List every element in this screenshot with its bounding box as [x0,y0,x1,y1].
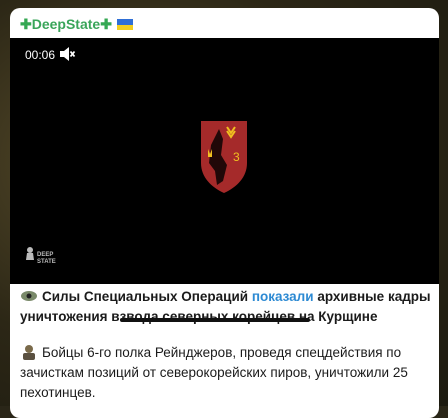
video-player[interactable]: 00:06 3 DEEP STATE [10,38,439,284]
watermark-line2: STATE [37,259,56,265]
plus-icon-right: ✚ [100,16,112,32]
watermark-pawn-icon [26,247,34,260]
watermark-line1: DEEP [37,252,54,258]
ukraine-flag-icon [116,19,133,30]
soldier-emoji-icon [23,345,35,360]
handdrawn-underline [120,318,310,322]
eye-emoji-icon [21,291,37,301]
channel-title: DeepState [31,16,101,32]
paragraph1-prefix: Силы Специальных Операций [42,289,252,304]
channel-name[interactable]: ✚DeepState✚ [20,16,133,33]
ranger-emblem-icon: 3 [201,121,247,193]
show-link[interactable]: показали [252,289,314,304]
message-card: ✚DeepState✚ 00:06 3 DEEP STATE Силы Спец… [10,8,439,418]
deepstate-watermark: DEEP STATE [24,246,64,272]
mute-icon[interactable] [58,45,76,63]
emblem-number: 3 [233,150,240,164]
plus-icon-left: ✚ [20,16,32,32]
post-paragraph-2: Бойцы 6-го полка Рейнджеров, проведя спе… [20,343,432,403]
video-time: 00:06 [22,47,59,63]
paragraph2-text: Бойцы 6-го полка Рейнджеров, проведя спе… [20,345,408,400]
